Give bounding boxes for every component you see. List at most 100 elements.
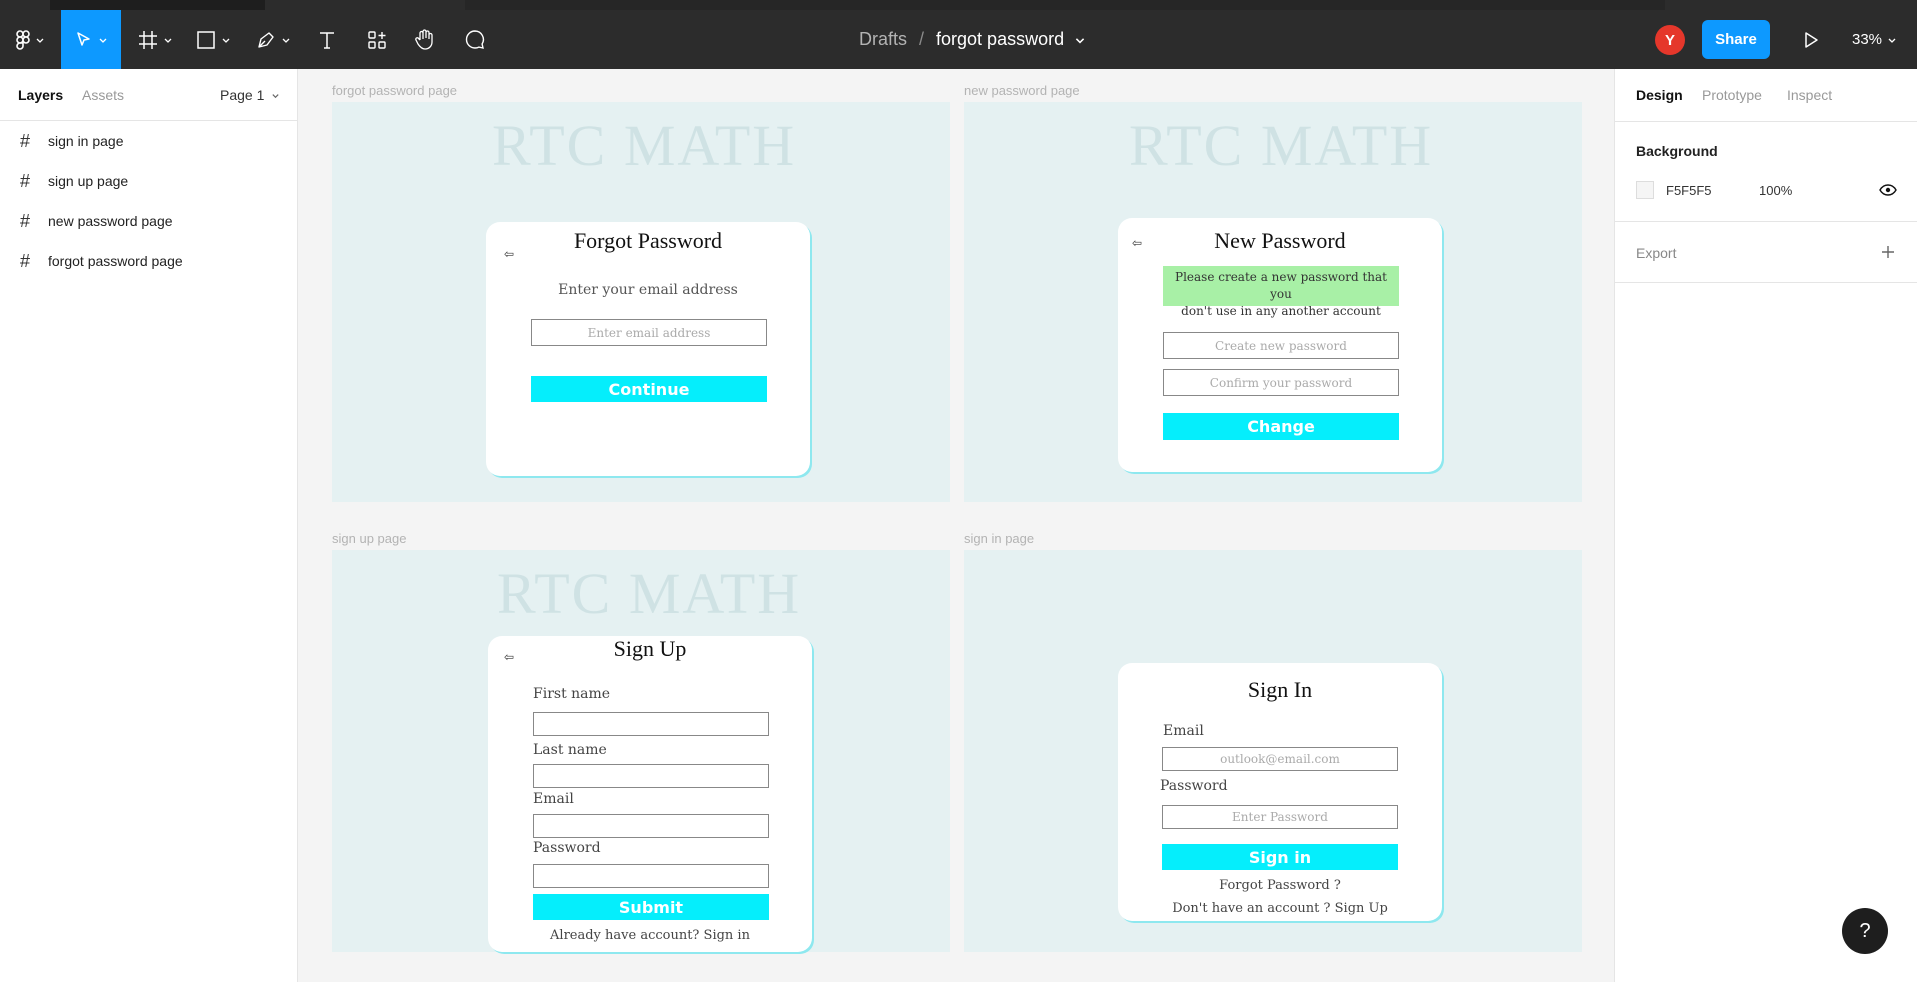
present-button[interactable]: [1794, 10, 1828, 69]
layer-item[interactable]: # new password page: [0, 201, 298, 241]
hand-icon: [415, 28, 433, 50]
tab-design[interactable]: Design: [1636, 87, 1683, 103]
page-selector[interactable]: Page 1: [220, 87, 280, 103]
sign-in-button[interactable]: Sign in: [1162, 844, 1398, 870]
breadcrumb-drafts[interactable]: Drafts: [859, 29, 907, 50]
email-label: Email: [533, 791, 574, 807]
panel-divider: [1615, 282, 1917, 283]
email-field[interactable]: [533, 814, 769, 838]
help-button[interactable]: ?: [1842, 908, 1888, 954]
design-panel: Design Prototype Inspect Background F5F5…: [1614, 69, 1917, 982]
left-panel-tabs: Layers Assets Page 1: [0, 69, 297, 121]
frame-icon: [138, 30, 157, 49]
pen-icon: [257, 31, 274, 48]
layer-label: forgot password page: [48, 253, 183, 269]
sign-in-frame[interactable]: Sign In Email outlook@email.com Password…: [964, 550, 1582, 952]
tab-layers[interactable]: Layers: [18, 87, 63, 103]
breadcrumb: Drafts / forgot password: [859, 10, 1086, 69]
card-title: Sign Up: [613, 636, 687, 661]
text-tool-button[interactable]: [310, 10, 344, 69]
resources-button[interactable]: [360, 10, 394, 69]
chevron-down-icon: [99, 38, 106, 43]
forgot-password-frame[interactable]: RTC MATH Forgot Password ⇦ Enter your em…: [332, 102, 950, 502]
password-field[interactable]: [533, 864, 769, 888]
brand-logo-text: RTC MATH: [497, 561, 802, 626]
file-name[interactable]: forgot password: [936, 29, 1064, 50]
layer-label: sign up page: [48, 173, 129, 189]
frame-tool-button[interactable]: [132, 10, 178, 69]
share-button[interactable]: Share: [1702, 20, 1770, 59]
layers-panel: Layers Assets Page 1 # sign in page # si…: [0, 69, 298, 982]
card-title: Sign In: [1247, 677, 1313, 702]
frame-icon: #: [20, 250, 31, 271]
password-field[interactable]: Enter Password: [1162, 805, 1398, 829]
zoom-level: 33%: [1852, 31, 1883, 48]
sign-up-frame[interactable]: RTC MATH Sign Up ⇦ First name Last name …: [332, 550, 950, 952]
avatar[interactable]: Y: [1655, 25, 1685, 55]
email-field[interactable]: Enter email address: [531, 319, 767, 346]
back-arrow-icon[interactable]: ⇦: [1132, 236, 1142, 250]
chevron-down-icon[interactable]: [1074, 34, 1086, 46]
export-heading: Export: [1636, 245, 1677, 261]
chevron-down-icon: [282, 38, 289, 43]
last-name-field[interactable]: [533, 764, 769, 788]
password-notice: Please create a new password that you do…: [1163, 266, 1399, 318]
tab-inspect[interactable]: Inspect: [1787, 87, 1832, 103]
new-password-frame[interactable]: RTC MATH New Password ⇦ Please create a …: [964, 102, 1582, 502]
hand-tool-button[interactable]: [408, 10, 442, 69]
background-opacity[interactable]: 100%: [1759, 183, 1792, 198]
continue-button[interactable]: Continue: [531, 376, 767, 402]
first-name-label: First name: [533, 686, 611, 702]
panel-divider: [1615, 221, 1917, 222]
back-arrow-icon[interactable]: ⇦: [504, 650, 514, 664]
frame-label[interactable]: sign in page: [964, 531, 1034, 546]
background-swatch[interactable]: [1636, 181, 1654, 199]
frame-label[interactable]: new password page: [964, 83, 1080, 98]
change-button[interactable]: Change: [1163, 413, 1399, 440]
tab-assets[interactable]: Assets: [82, 87, 124, 103]
chevron-down-icon: [36, 38, 43, 43]
layer-item[interactable]: # forgot password page: [0, 241, 298, 281]
email-field[interactable]: outlook@email.com: [1162, 747, 1398, 771]
sign-in-link[interactable]: Already have account? Sign in: [488, 928, 812, 943]
shape-tool-button[interactable]: [190, 10, 236, 69]
layer-label: sign in page: [48, 133, 124, 149]
cursor-icon: [76, 31, 90, 46]
frame-icon: #: [20, 170, 31, 191]
frame-label[interactable]: sign up page: [332, 531, 406, 546]
back-arrow-icon[interactable]: ⇦: [504, 247, 514, 261]
eye-icon[interactable]: [1879, 184, 1897, 196]
tab-prototype[interactable]: Prototype: [1702, 87, 1762, 103]
last-name-label: Last name: [533, 742, 607, 758]
first-name-field[interactable]: [533, 712, 769, 736]
layer-item[interactable]: # sign in page: [0, 121, 298, 161]
forgot-password-card: Forgot Password ⇦ Enter your email addre…: [486, 222, 810, 476]
notice-line: don't use in any another account: [1181, 304, 1381, 318]
pen-tool-button[interactable]: [250, 10, 296, 69]
password-label: Password: [533, 840, 601, 856]
breadcrumb-separator: /: [919, 29, 925, 49]
panel-divider: [1615, 121, 1917, 122]
plus-icon[interactable]: [1881, 245, 1895, 259]
layer-item[interactable]: # sign up page: [0, 161, 298, 201]
password-label: Password: [1160, 778, 1228, 794]
page-selector-label: Page 1: [220, 87, 265, 103]
canvas[interactable]: forgot password page RTC MATH Forgot Pas…: [298, 69, 1614, 982]
frame-label[interactable]: forgot password page: [332, 83, 457, 98]
background-heading: Background: [1636, 143, 1718, 159]
background-hex[interactable]: F5F5F5: [1666, 183, 1712, 198]
right-panel-tabs: Design Prototype Inspect: [1615, 69, 1917, 121]
confirm-password-field[interactable]: Confirm your password: [1163, 369, 1399, 396]
forgot-password-link[interactable]: Forgot Password ?: [1118, 878, 1442, 893]
main-menu-button[interactable]: [8, 10, 52, 69]
new-password-field[interactable]: Create new password: [1163, 332, 1399, 359]
zoom-menu[interactable]: 33%: [1852, 10, 1897, 69]
move-tool-button[interactable]: [61, 10, 121, 69]
sign-up-link[interactable]: Don't have an account ? Sign Up: [1118, 901, 1442, 916]
frame-icon: #: [20, 130, 31, 151]
sign-in-card: Sign In Email outlook@email.com Password…: [1118, 663, 1442, 921]
tab-strip-segment: [50, 0, 265, 10]
email-prompt: Enter your email address: [558, 282, 738, 298]
comment-tool-button[interactable]: [458, 10, 492, 69]
submit-button[interactable]: Submit: [533, 894, 769, 920]
